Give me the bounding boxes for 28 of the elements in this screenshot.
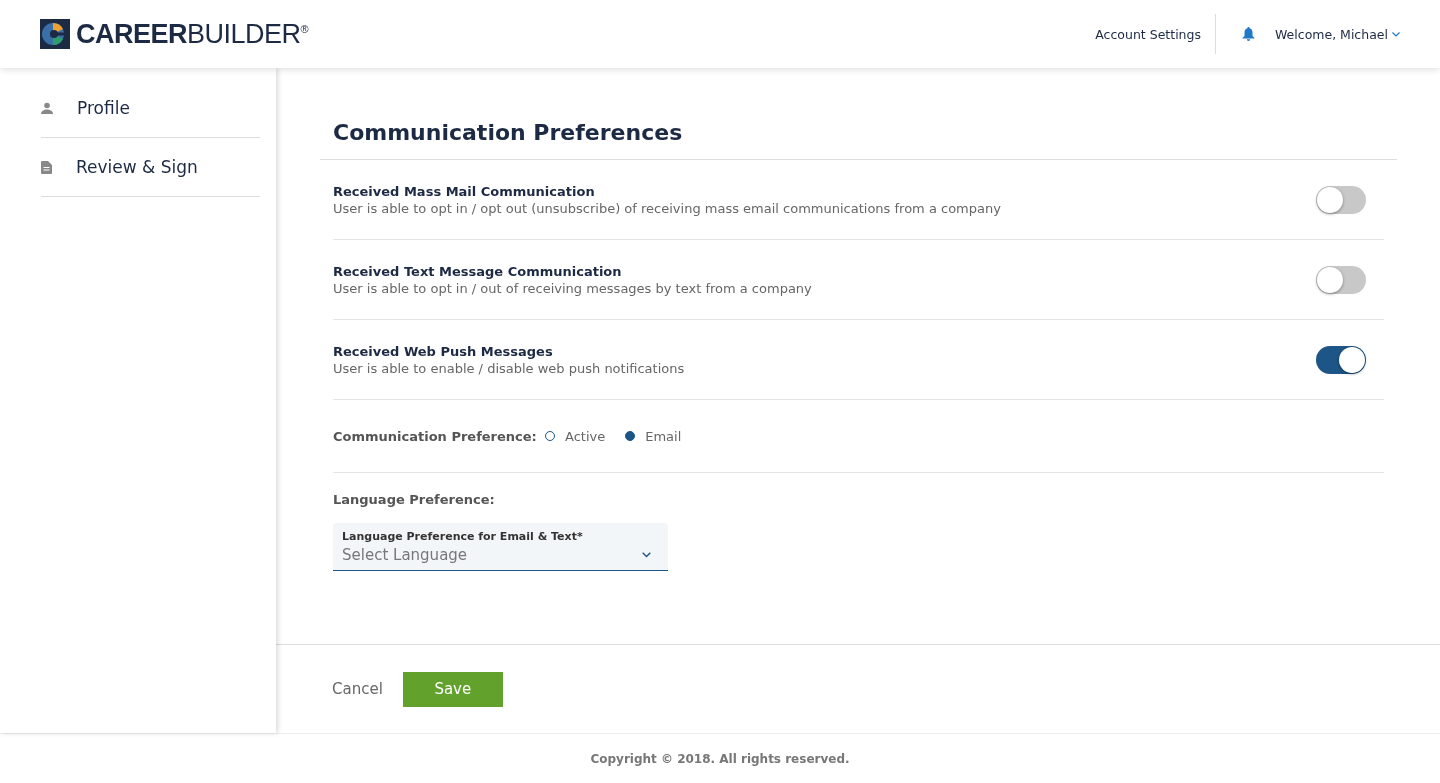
setting-title: Received Text Message Communication bbox=[333, 263, 623, 279]
setting-description: User is able to opt in / opt out (unsubscribe) of receiving mass email communications from a company bbox=[333, 200, 1002, 216]
toggle-switch[interactable] bbox=[1316, 185, 1366, 214]
field-label: Language Preference: bbox=[333, 491, 496, 507]
chevron-down-icon bbox=[1392, 31, 1400, 37]
radio-option[interactable]: Email bbox=[625, 428, 682, 444]
setting-description: User is able to opt in / out of receiving messages by text from a company bbox=[333, 280, 813, 296]
toggle-switch[interactable] bbox=[1316, 345, 1366, 374]
account-settings-link[interactable]: Account Settings bbox=[1095, 26, 1201, 42]
logo-wordmark: CAREERBUILDER$^{®}$ bbox=[76, 18, 309, 50]
radio-option[interactable]: Active bbox=[545, 428, 606, 444]
sidebar-item[interactable]: Review & Sign bbox=[41, 138, 260, 197]
bell-icon[interactable] bbox=[1242, 27, 1255, 41]
user-menu[interactable]: Welcome, Michael bbox=[1275, 26, 1400, 42]
setting-description: User is able to enable / disable web push notifications bbox=[333, 360, 686, 376]
sidebar-item[interactable]: Profile bbox=[41, 79, 260, 138]
logo-icon bbox=[40, 19, 70, 49]
field-label: Communication Preference: bbox=[333, 428, 538, 444]
document-icon bbox=[41, 160, 52, 174]
chevron-down-icon bbox=[642, 552, 651, 558]
page-title: Communication Preferences bbox=[320, 68, 1397, 160]
setting-title: Received Mass Mail Communication bbox=[333, 183, 596, 199]
cancel-button[interactable]: Cancel bbox=[332, 680, 383, 698]
language-dropdown[interactable]: Language Preference for Email & Text* Select Language bbox=[333, 523, 668, 571]
toggle-switch[interactable] bbox=[1316, 265, 1366, 294]
person-icon bbox=[41, 102, 53, 114]
copyright-text: Copyright © 2018. All rights reserved. bbox=[590, 752, 850, 766]
setting-title: Received Web Push Messages bbox=[333, 343, 554, 359]
